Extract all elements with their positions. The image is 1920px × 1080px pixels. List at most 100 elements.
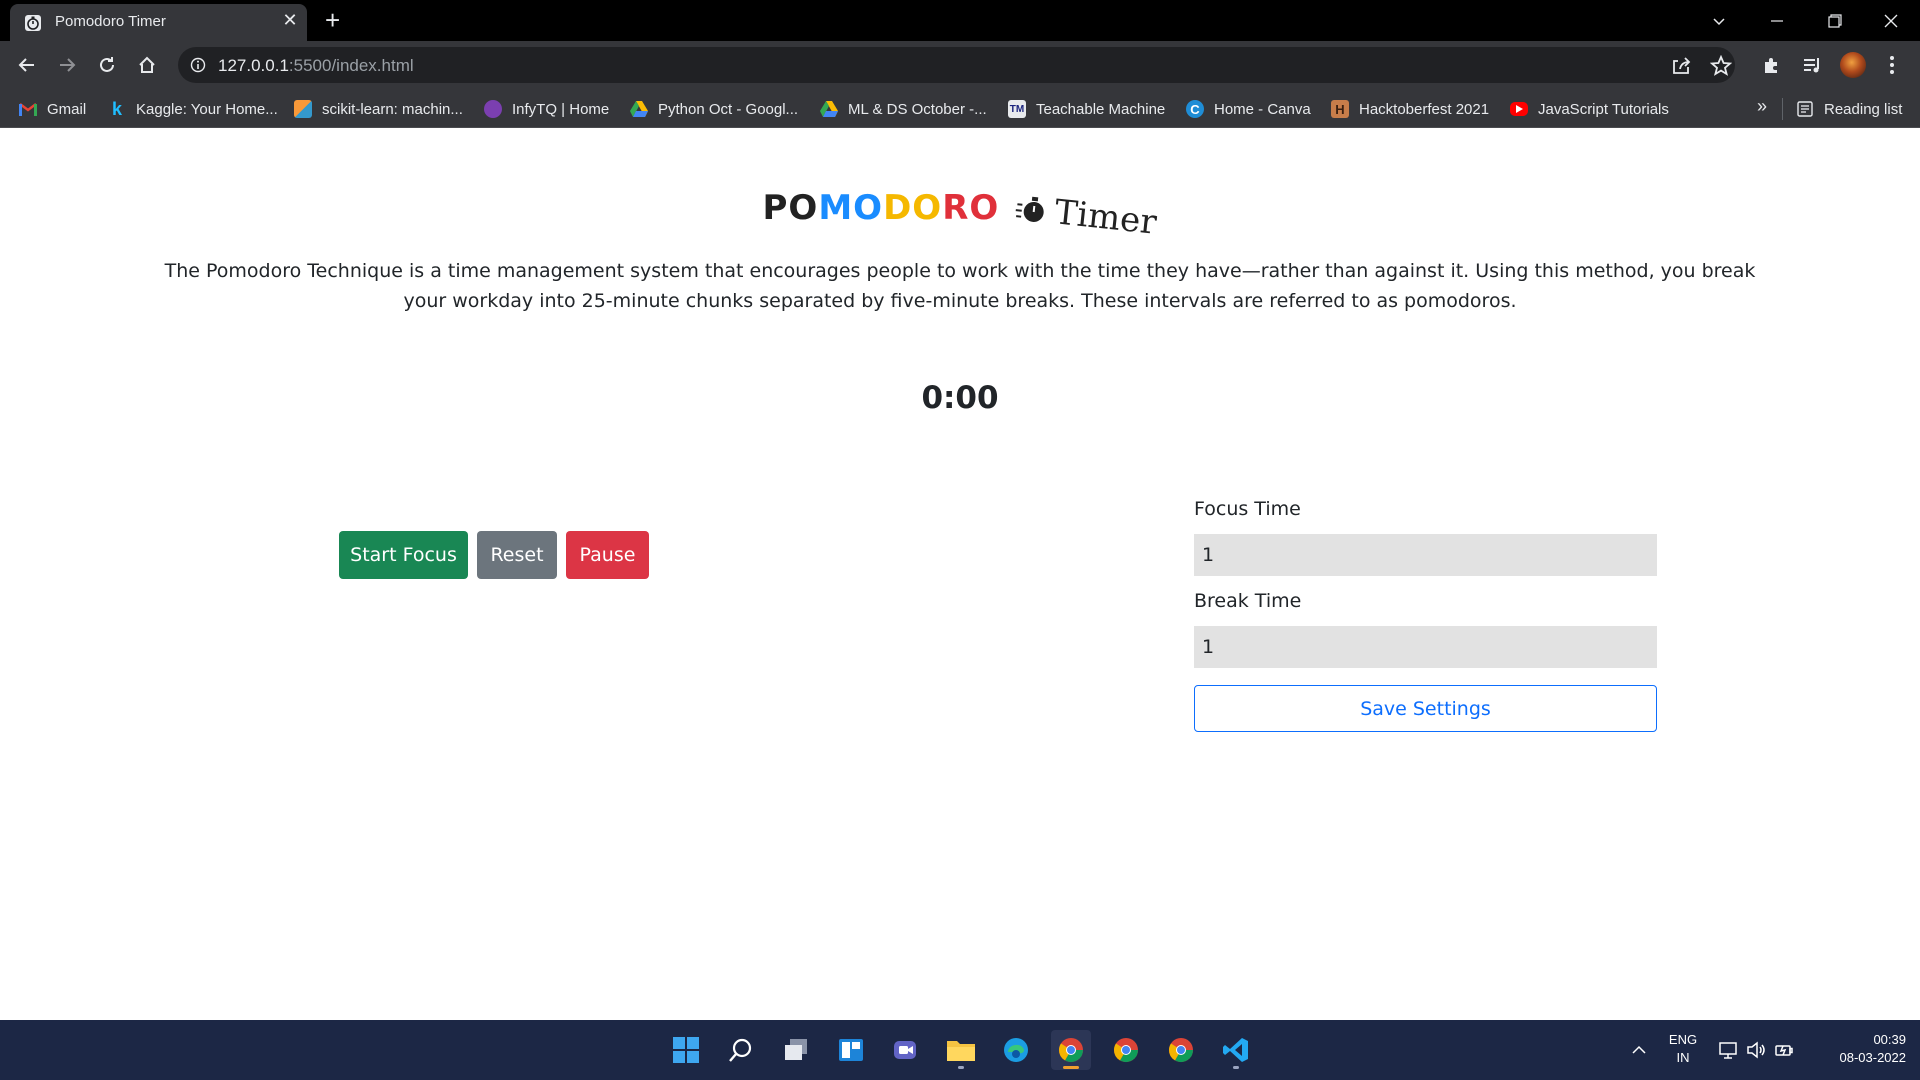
volume-icon[interactable]: [1746, 1040, 1766, 1060]
reset-button[interactable]: Reset: [477, 531, 557, 579]
minimize-icon[interactable]: [1748, 0, 1806, 41]
bookmark-label: Gmail: [47, 100, 87, 118]
app-logo: POMODORO Timer: [0, 188, 1920, 248]
logo-part-ro: RO: [942, 188, 1000, 228]
url-text[interactable]: 127.0.0.1:5500/index.html: [218, 56, 414, 76]
forward-icon[interactable]: [51, 49, 83, 81]
tab-search-icon[interactable]: [1690, 0, 1748, 41]
bookmark-python-oct[interactable]: Python Oct - Googl...: [630, 98, 798, 120]
back-icon[interactable]: [11, 49, 43, 81]
reading-list-button[interactable]: Reading list: [1796, 98, 1902, 120]
running-indicator: [1233, 1066, 1239, 1069]
edge-icon[interactable]: [996, 1030, 1036, 1070]
close-tab-icon[interactable]: ✕: [280, 10, 300, 31]
bookmark-label: Python Oct - Googl...: [658, 100, 799, 118]
bookmark-label: Teachable Machine: [1036, 100, 1166, 118]
teachable-machine-icon: TM: [1008, 100, 1026, 118]
focus-time-label: Focus Time: [1194, 498, 1301, 520]
bookmark-canva[interactable]: C Home - Canva: [1186, 98, 1311, 120]
canva-icon: C: [1186, 100, 1204, 118]
save-settings-button[interactable]: Save Settings: [1194, 685, 1657, 732]
focus-time-input[interactable]: [1194, 534, 1657, 576]
windows-start-icon[interactable]: [666, 1030, 706, 1070]
battery-icon[interactable]: [1774, 1040, 1794, 1060]
reload-icon[interactable]: [91, 49, 123, 81]
media-control-icon[interactable]: [1800, 53, 1824, 77]
bookmark-infytq[interactable]: InfyTQ | Home: [484, 98, 609, 120]
close-window-icon[interactable]: [1862, 0, 1920, 41]
file-explorer-icon[interactable]: [941, 1030, 981, 1070]
task-view-icon[interactable]: [776, 1030, 816, 1070]
logo-part-do: DO: [883, 188, 943, 228]
bookmarks-divider: [1782, 98, 1783, 120]
url-host: 127.0.0.1: [218, 56, 289, 75]
break-time-input[interactable]: [1194, 626, 1657, 668]
extensions-icon[interactable]: [1760, 53, 1784, 77]
language-indicator[interactable]: ENG IN: [1664, 1031, 1702, 1067]
reading-list-icon: [1796, 100, 1814, 118]
vscode-icon[interactable]: [1216, 1030, 1256, 1070]
kaggle-icon: k: [111, 98, 122, 119]
bookmark-javascript-tutorials[interactable]: JavaScript Tutorials: [1510, 98, 1669, 120]
chrome-alt-icon[interactable]: [1161, 1030, 1201, 1070]
chrome-profile-icon[interactable]: [1106, 1030, 1146, 1070]
gmail-icon: [19, 100, 37, 118]
bookmark-teachable-machine[interactable]: TM Teachable Machine: [1008, 98, 1165, 120]
active-indicator: [1063, 1066, 1079, 1069]
chrome-active-icon[interactable]: [1051, 1030, 1091, 1070]
pause-button[interactable]: Pause: [566, 531, 649, 579]
more-bookmarks-button[interactable]: »: [1757, 96, 1767, 117]
network-icon[interactable]: [1718, 1040, 1738, 1060]
stopwatch-favicon-icon: [25, 15, 41, 31]
bookmark-kaggle[interactable]: k Kaggle: Your Home...: [108, 98, 278, 120]
windows-taskbar: ENG IN 00:39 08-03-2022: [0, 1020, 1920, 1080]
restore-icon[interactable]: [1806, 0, 1864, 41]
logo-timer: Timer: [1013, 188, 1159, 243]
start-focus-button[interactable]: Start Focus: [339, 531, 468, 579]
logo-wordmark: POMODORO: [763, 188, 1000, 228]
browser-toolbar: 127.0.0.1:5500/index.html: [0, 41, 1920, 89]
logo-part-mo: MO: [818, 188, 884, 228]
clock[interactable]: 00:39 08-03-2022: [1812, 1031, 1907, 1067]
bookmark-ml-ds[interactable]: ML & DS October -...: [820, 98, 987, 120]
bookmark-label: JavaScript Tutorials: [1538, 100, 1669, 118]
scikit-learn-icon: [294, 100, 312, 118]
bookmark-hacktoberfest[interactable]: H Hacktoberfest 2021: [1331, 98, 1489, 120]
language-code: ENG: [1668, 1032, 1698, 1047]
address-bar[interactable]: 127.0.0.1:5500/index.html: [178, 47, 1735, 83]
widgets-icon[interactable]: [831, 1030, 871, 1070]
logo-part-po: PO: [762, 188, 819, 228]
bookmark-gmail[interactable]: Gmail: [19, 98, 86, 120]
chrome-menu-icon[interactable]: [1880, 53, 1904, 77]
share-icon[interactable]: [1670, 55, 1692, 77]
bookmark-scikit-learn[interactable]: scikit-learn: machin...: [294, 98, 463, 120]
region-code: IN: [1676, 1050, 1690, 1065]
bookmark-star-icon[interactable]: [1709, 54, 1733, 77]
teams-chat-icon[interactable]: [886, 1030, 926, 1070]
bookmark-label: Hacktoberfest 2021: [1359, 100, 1490, 118]
browser-tab[interactable]: Pomodoro Timer ✕: [10, 4, 307, 41]
youtube-icon: [1510, 102, 1528, 116]
bookmark-label: InfyTQ | Home: [512, 100, 610, 118]
reading-list-label: Reading list: [1824, 100, 1903, 118]
site-info-icon[interactable]: [190, 57, 206, 73]
tab-title: Pomodoro Timer: [55, 13, 166, 30]
infytq-icon: [484, 100, 502, 118]
break-time-label: Break Time: [1194, 590, 1302, 612]
bookmark-label: ML & DS October -...: [848, 100, 987, 118]
page-content: POMODORO Timer The Pomodoro Technique is…: [0, 128, 1920, 1020]
stopwatch-icon: [1015, 196, 1044, 222]
bookmarks-bar: Gmail k Kaggle: Your Home... scikit-lear…: [0, 89, 1920, 128]
timer-display: 0:00: [921, 380, 999, 416]
running-indicator: [958, 1066, 964, 1069]
search-icon[interactable]: [721, 1030, 761, 1070]
home-icon[interactable]: [131, 49, 163, 81]
new-tab-button[interactable]: +: [325, 5, 340, 36]
clock-time: 00:39: [1873, 1032, 1906, 1047]
url-path: :5500/index.html: [288, 56, 414, 75]
browser-tab-strip: Pomodoro Timer ✕ +: [0, 0, 1920, 41]
google-drive-icon: [820, 100, 838, 118]
chevron-up-icon[interactable]: [1629, 1040, 1649, 1060]
profile-avatar[interactable]: [1840, 52, 1866, 78]
google-drive-icon: [630, 100, 648, 118]
